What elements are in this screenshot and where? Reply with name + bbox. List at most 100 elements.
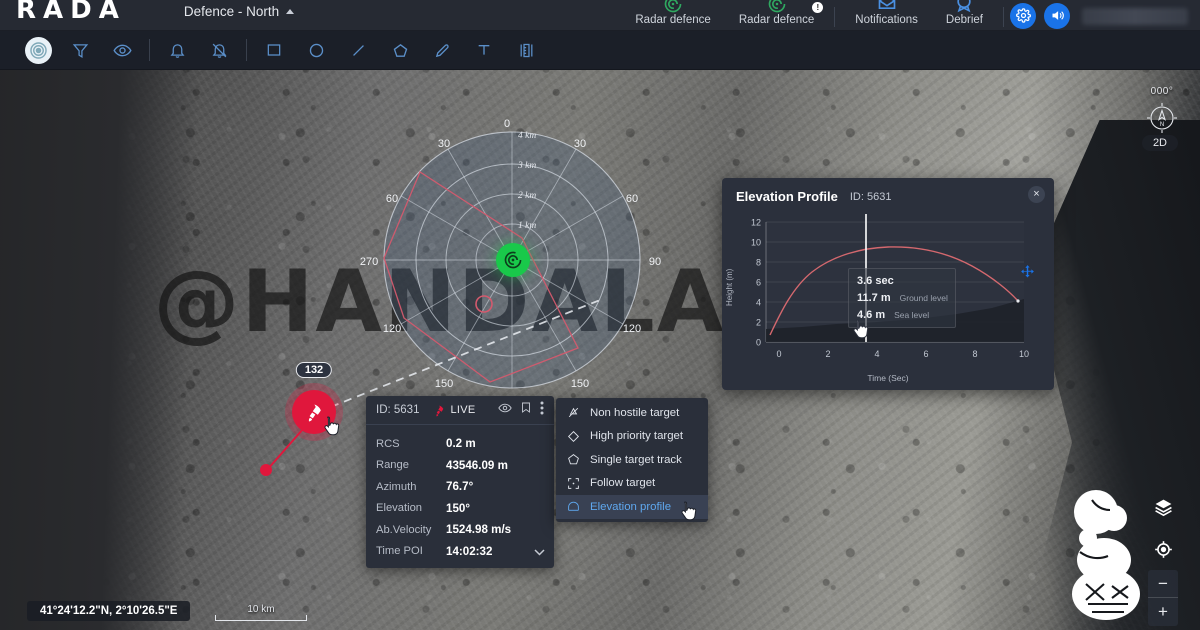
zone-selector[interactable]: Defence - North [183, 3, 295, 19]
close-icon[interactable]: × [1028, 186, 1045, 203]
info-key: Azimuth [376, 480, 417, 493]
measure-tool-icon[interactable] [518, 42, 535, 59]
tool-circle[interactable] [295, 31, 337, 70]
svg-text:2 km: 2 km [518, 191, 536, 201]
target-altitude-badge: 132 [295, 362, 333, 378]
compass-rose-icon[interactable]: N [1142, 97, 1182, 137]
pentagon-icon [566, 453, 580, 466]
move-handle-icon[interactable] [1019, 264, 1036, 286]
tool-measure[interactable] [505, 31, 547, 70]
menu-item-elevation-profile[interactable]: Elevation profile [556, 495, 708, 519]
header-tab-debrief[interactable]: Debrief [932, 0, 997, 31]
tool-rectangle[interactable] [253, 31, 295, 70]
zone-label: Defence - North [183, 3, 280, 19]
svg-text:150: 150 [571, 378, 589, 390]
layers-icon[interactable] [1148, 492, 1178, 522]
svg-text:4: 4 [874, 349, 879, 359]
tool-visibility[interactable] [101, 31, 143, 70]
elevation-chart[interactable]: Height (m) 12 10 8 6 4 2 0 0 2 4 6 8 10 … [722, 202, 1054, 384]
header-tab-label: Radar defence [635, 13, 711, 26]
header-tab-radar-defence-2[interactable]: ! Radar defence [725, 0, 828, 31]
locate-button[interactable] [1148, 534, 1178, 564]
layers-button[interactable] [1148, 492, 1178, 522]
svg-text:4 km: 4 km [518, 131, 536, 141]
locate-icon[interactable] [1148, 534, 1178, 564]
info-value: 150° [446, 501, 470, 515]
scale-ruler [215, 615, 307, 621]
menu-item-single-target-track[interactable]: Single target track [556, 448, 708, 472]
table-row: Elevation 150° [376, 498, 544, 520]
settings-button[interactable] [1010, 2, 1036, 29]
chart-y-axis-label: Height (m) [725, 268, 734, 306]
tool-alerts-off[interactable] [198, 31, 240, 70]
table-row: Azimuth 76.7° [376, 476, 544, 498]
svg-text:30: 30 [438, 138, 450, 150]
chevron-up-icon [286, 8, 295, 14]
radar-target-icon[interactable] [24, 36, 52, 64]
chevron-down-icon[interactable] [534, 543, 545, 561]
text-tool-icon[interactable] [476, 42, 492, 58]
table-row: Ab.Velocity 1524.98 m/s [376, 519, 544, 541]
target-info-header: ID: 5631 LIVE [366, 396, 554, 425]
main-toolbar [0, 31, 1200, 70]
svg-text:120: 120 [623, 323, 641, 335]
tool-pencil[interactable] [421, 31, 463, 70]
kebab-menu-icon[interactable] [540, 401, 544, 420]
tool-radar-target[interactable] [17, 31, 59, 70]
menu-item-label: Single target track [590, 453, 682, 466]
bell-icon[interactable] [169, 42, 186, 59]
zoom-controls: − + [1148, 570, 1178, 626]
missile-icon [436, 405, 444, 416]
info-key: Ab.Velocity [376, 523, 432, 536]
elevation-icon [566, 500, 580, 513]
tool-polygon[interactable] [379, 31, 421, 70]
tool-text[interactable] [463, 31, 505, 70]
tool-alerts-on[interactable] [156, 31, 198, 70]
svg-text:1 km: 1 km [518, 221, 536, 231]
diamond-icon [566, 430, 580, 443]
header-tab-notifications[interactable]: Notifications [841, 0, 932, 31]
tool-filter[interactable] [59, 31, 101, 70]
tool-line[interactable] [337, 31, 379, 70]
menu-item-label: Follow target [590, 477, 656, 490]
bookmark-icon[interactable] [520, 401, 532, 419]
rectangle-tool-icon[interactable] [266, 42, 282, 58]
eye-icon[interactable] [498, 401, 512, 420]
zoom-out-button[interactable]: − [1148, 570, 1178, 598]
radar-defence-app: @HANDALA_HACK [0, 0, 1200, 630]
info-value: 76.7° [446, 480, 474, 494]
compass-control[interactable]: 000° N [1140, 86, 1184, 142]
redacted-user-area [1082, 7, 1188, 25]
polygon-tool-icon[interactable] [392, 42, 409, 59]
follow-icon [566, 477, 580, 490]
svg-text:90: 90 [649, 256, 661, 268]
bell-off-icon[interactable] [211, 42, 228, 59]
toolbar-divider [246, 39, 247, 61]
eye-icon[interactable] [112, 41, 132, 60]
missile-icon[interactable] [292, 390, 336, 434]
circle-tool-icon[interactable] [308, 42, 325, 59]
svg-text:3 km: 3 km [517, 161, 536, 171]
svg-text:6: 6 [756, 278, 761, 288]
pencil-tool-icon[interactable] [434, 42, 451, 59]
svg-text:12: 12 [751, 218, 761, 228]
svg-text:4: 4 [756, 298, 761, 308]
elevation-panel-header: Elevation Profile ID: 5631 [722, 178, 1054, 204]
live-status: LIVE [433, 404, 475, 417]
scale-label: 10 km [247, 604, 275, 615]
tooltip-ground-value: 11.7 m [857, 292, 891, 304]
line-tool-icon[interactable] [350, 42, 367, 59]
menu-item-non-hostile-target[interactable]: Non hostile target [556, 401, 708, 425]
menu-item-follow-target[interactable]: Follow target [556, 472, 708, 496]
svg-text:10: 10 [1019, 349, 1029, 359]
header-tab-radar-defence-1[interactable]: Radar defence [621, 0, 724, 31]
filter-icon[interactable] [72, 42, 89, 59]
sound-button[interactable] [1044, 2, 1070, 29]
menu-item-high-priority-target[interactable]: High priority target [556, 425, 708, 449]
zoom-in-button[interactable]: + [1148, 598, 1178, 626]
svg-text:270: 270 [360, 256, 378, 268]
target-info-panel: ID: 5631 LIVE RCS 0.2 m Range 43546.09 m… [366, 396, 554, 568]
view-mode-toggle[interactable]: 2D [1141, 135, 1178, 151]
info-value: 14:02:32 [446, 544, 493, 558]
radar-center-icon[interactable] [495, 243, 530, 277]
